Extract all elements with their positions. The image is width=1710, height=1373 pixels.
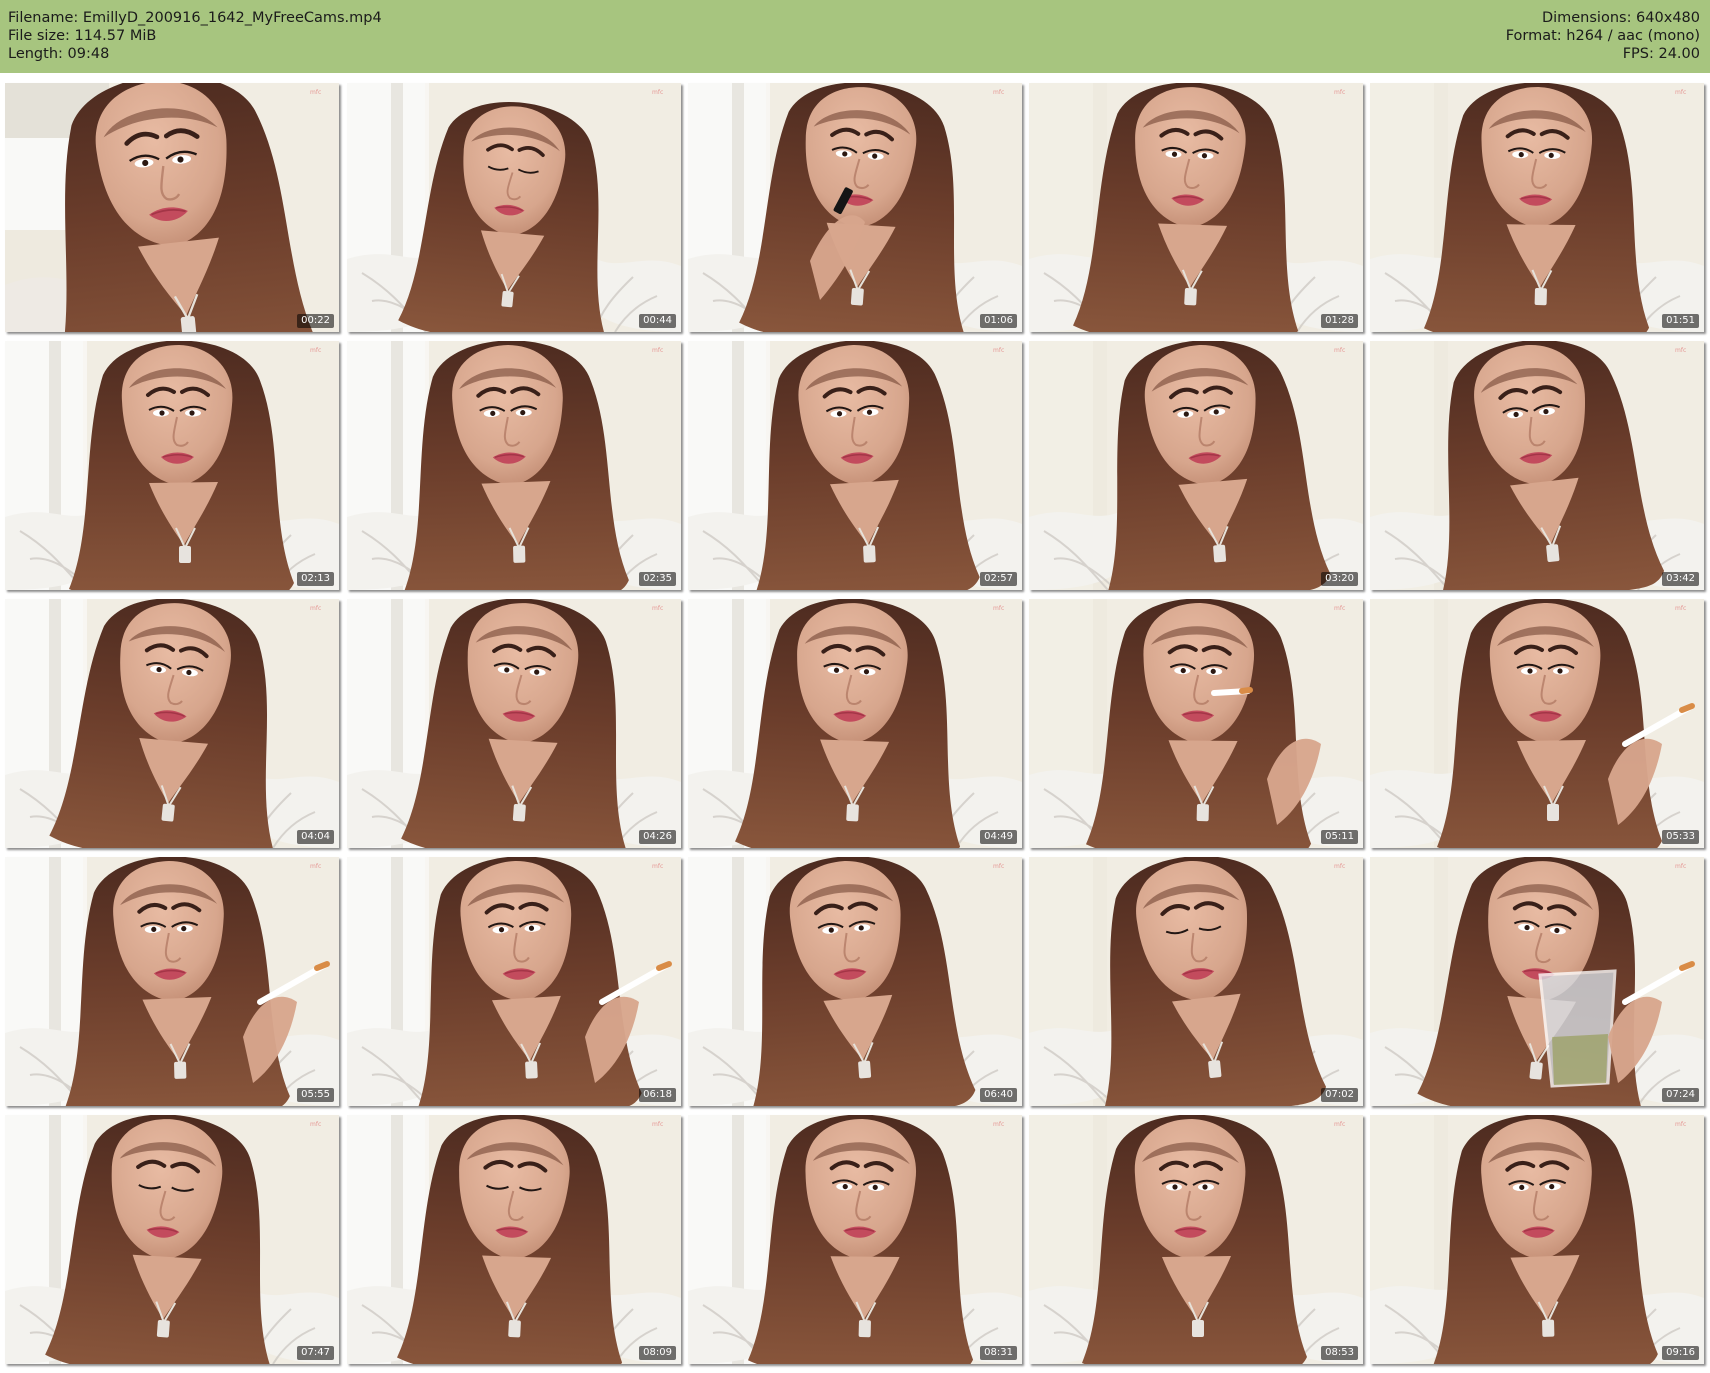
timestamp-label: 00:44 — [639, 314, 676, 328]
video-thumbnail: mfc 03:20 — [1029, 341, 1363, 590]
timestamp-label: 06:40 — [980, 1088, 1017, 1102]
video-thumbnail: mfc 05:33 — [1370, 599, 1704, 848]
svg-text:mfc: mfc — [310, 605, 321, 612]
video-thumbnail: mfc 02:35 — [347, 341, 681, 590]
timestamp-label: 04:26 — [639, 830, 676, 844]
timestamp-label: 07:24 — [1662, 1088, 1699, 1102]
svg-text:mfc: mfc — [993, 89, 1004, 96]
video-thumbnail: mfc 02:57 — [688, 341, 1022, 590]
video-thumbnail: mfc 02:13 — [5, 341, 339, 590]
video-thumbnail: mfc 03:42 — [1370, 341, 1704, 590]
video-thumbnail: mfc 06:40 — [688, 857, 1022, 1106]
timestamp-label: 07:02 — [1321, 1088, 1358, 1102]
timestamp-label: 01:28 — [1321, 314, 1358, 328]
video-thumbnail: mfc 04:26 — [347, 599, 681, 848]
timestamp-label: 06:18 — [639, 1088, 676, 1102]
timestamp-label: 04:49 — [980, 830, 1017, 844]
video-thumbnail: mfc 00:44 — [347, 83, 681, 332]
svg-text:mfc: mfc — [1675, 89, 1686, 96]
timestamp-label: 00:22 — [297, 314, 334, 328]
timestamp-label: 05:11 — [1321, 830, 1358, 844]
timestamp-label: 04:04 — [297, 830, 334, 844]
svg-text:mfc: mfc — [652, 863, 663, 870]
video-thumbnail: mfc 04:04 — [5, 599, 339, 848]
svg-text:mfc: mfc — [1675, 1121, 1686, 1128]
video-thumbnail: mfc 00:22 — [5, 83, 339, 332]
timestamp-label: 08:09 — [639, 1346, 676, 1360]
video-thumbnail: mfc 08:53 — [1029, 1115, 1363, 1364]
timestamp-label: 05:33 — [1662, 830, 1699, 844]
video-thumbnail: mfc 01:28 — [1029, 83, 1363, 332]
video-thumbnail: mfc 05:11 — [1029, 599, 1363, 848]
timestamp-label: 08:53 — [1321, 1346, 1358, 1360]
svg-text:mfc: mfc — [993, 347, 1004, 354]
timestamp-label: 02:13 — [297, 572, 334, 586]
timestamp-label: 08:31 — [980, 1346, 1017, 1360]
video-thumbnail: mfc 04:49 — [688, 599, 1022, 848]
svg-text:mfc: mfc — [310, 1121, 321, 1128]
video-thumbnail: mfc 06:18 — [347, 857, 681, 1106]
video-thumbnail: mfc 05:55 — [5, 857, 339, 1106]
svg-text:mfc: mfc — [993, 605, 1004, 612]
svg-text:mfc: mfc — [1334, 1121, 1345, 1128]
timestamp-label: 01:51 — [1662, 314, 1699, 328]
timestamp-label: 07:47 — [297, 1346, 334, 1360]
svg-text:mfc: mfc — [1675, 863, 1686, 870]
video-thumbnail: mfc 07:24 — [1370, 857, 1704, 1106]
video-thumbnail: mfc 07:02 — [1029, 857, 1363, 1106]
video-thumbnail: mfc 01:06 — [688, 83, 1022, 332]
video-thumbnail: mfc 01:51 — [1370, 83, 1704, 332]
video-thumbnail: mfc 07:47 — [5, 1115, 339, 1364]
timestamp-label: 05:55 — [297, 1088, 334, 1102]
svg-text:mfc: mfc — [1675, 605, 1686, 612]
svg-text:mfc: mfc — [310, 347, 321, 354]
svg-text:mfc: mfc — [310, 863, 321, 870]
svg-text:mfc: mfc — [652, 347, 663, 354]
svg-text:mfc: mfc — [993, 863, 1004, 870]
svg-text:mfc: mfc — [652, 89, 663, 96]
video-thumbnail: mfc 08:31 — [688, 1115, 1022, 1364]
timestamp-label: 02:57 — [980, 572, 1017, 586]
svg-text:mfc: mfc — [1334, 347, 1345, 354]
thumbnail-grid: mfc 00:22 mfc 00:44 mfc 01:06 mfc 01:28 … — [0, 0, 1710, 1373]
svg-text:mfc: mfc — [1334, 605, 1345, 612]
timestamp-label: 02:35 — [639, 572, 676, 586]
timestamp-label: 09:16 — [1662, 1346, 1699, 1360]
svg-text:mfc: mfc — [993, 1121, 1004, 1128]
timestamp-label: 03:20 — [1321, 572, 1358, 586]
svg-text:mfc: mfc — [1334, 863, 1345, 870]
timestamp-label: 01:06 — [980, 314, 1017, 328]
svg-text:mfc: mfc — [310, 89, 321, 96]
video-thumbnail: mfc 08:09 — [347, 1115, 681, 1364]
svg-text:mfc: mfc — [1675, 347, 1686, 354]
svg-text:mfc: mfc — [1334, 89, 1345, 96]
video-thumbnail: mfc 09:16 — [1370, 1115, 1704, 1364]
timestamp-label: 03:42 — [1662, 572, 1699, 586]
svg-text:mfc: mfc — [652, 1121, 663, 1128]
svg-text:mfc: mfc — [652, 605, 663, 612]
